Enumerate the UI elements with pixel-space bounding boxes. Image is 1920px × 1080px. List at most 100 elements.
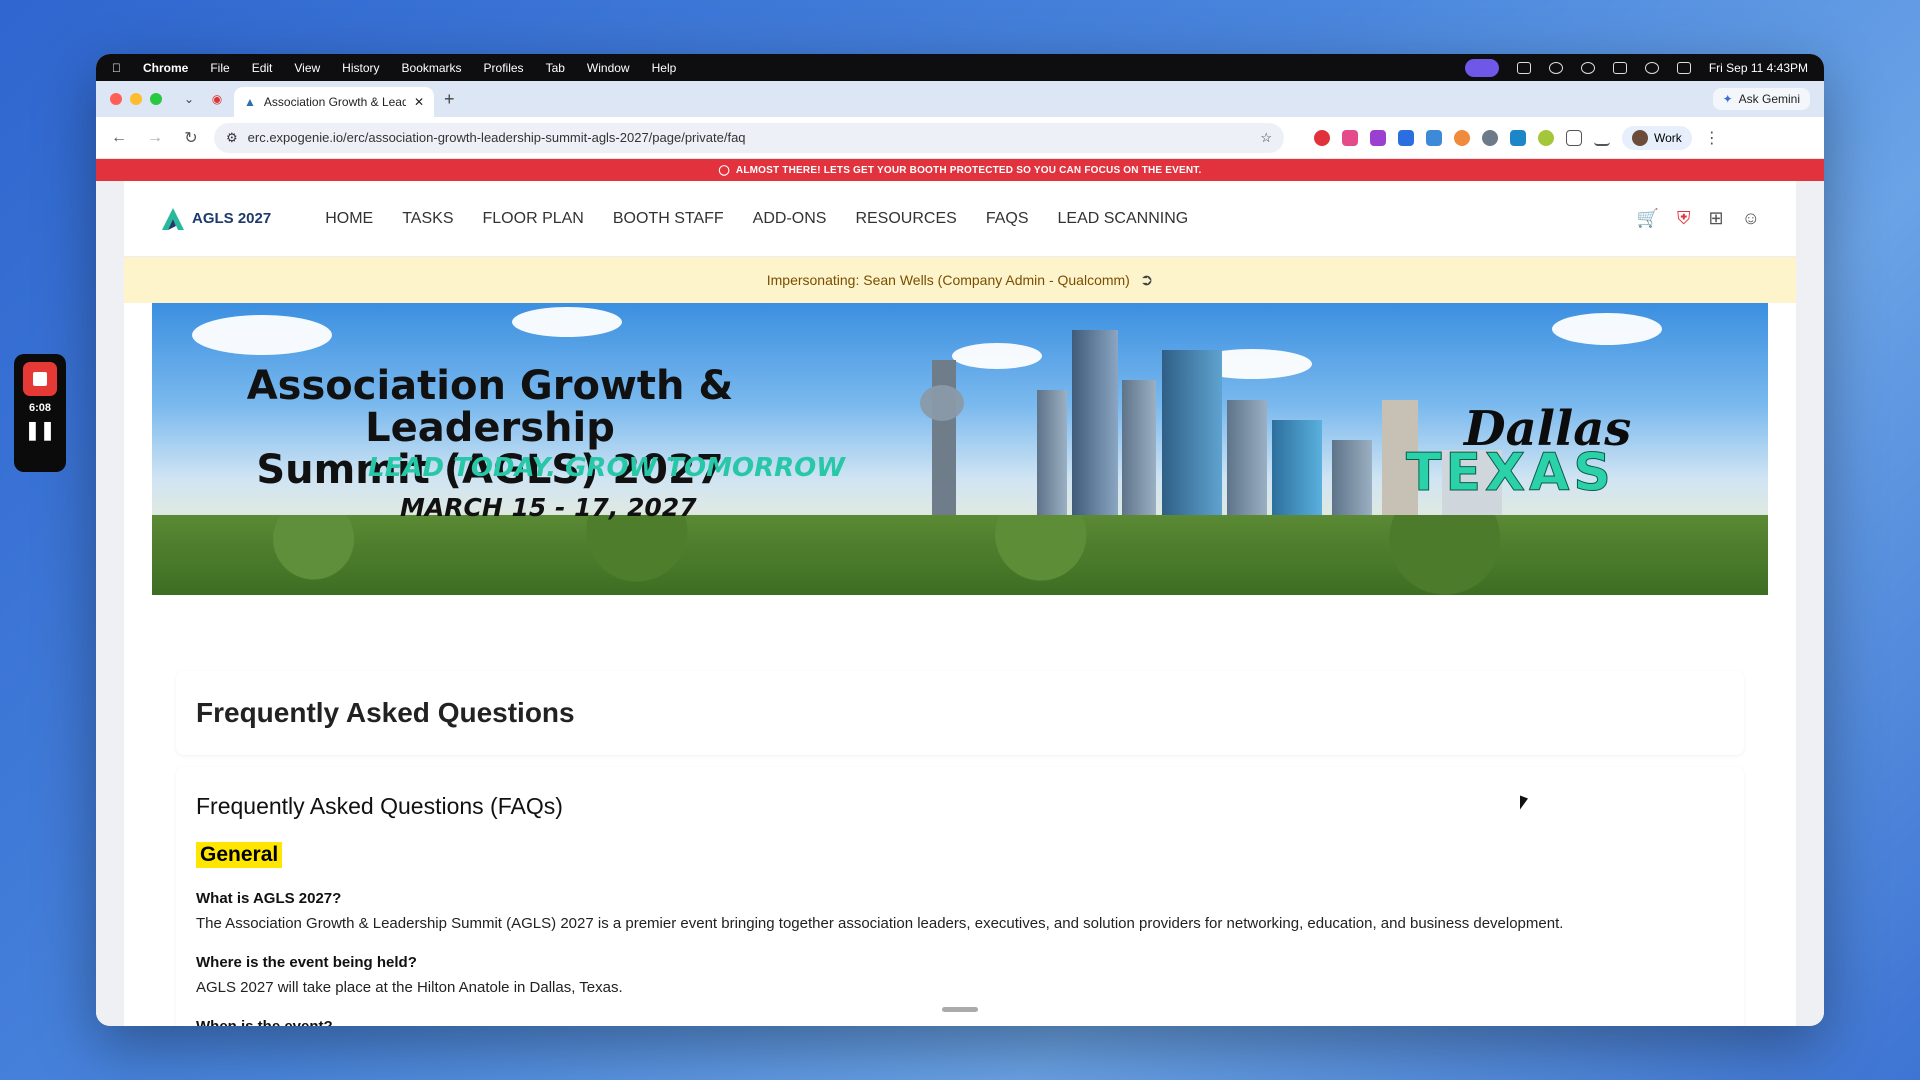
alert-text: ALMOST THERE! LETS GET YOUR BOOTH PROTEC…: [735, 164, 1202, 176]
menu-tab[interactable]: Tab: [546, 61, 565, 75]
screen-share-icon[interactable]: [1464, 58, 1499, 77]
menu-view[interactable]: View: [294, 61, 320, 75]
reading-list-icon[interactable]: [1594, 130, 1610, 146]
shield-icon[interactable]: ⛨: [1677, 208, 1691, 229]
battery-icon[interactable]: [1612, 61, 1627, 74]
nav-resources[interactable]: RESOURCES: [855, 210, 956, 228]
menu-profiles[interactable]: Profiles: [484, 61, 524, 75]
recording-timer: 6:08: [28, 402, 52, 414]
control-center-icon[interactable]: [1676, 61, 1691, 74]
nav-add-ons[interactable]: ADD-ONS: [753, 210, 827, 228]
tab-search-chevron-icon[interactable]: ⌄: [178, 88, 200, 110]
menu-bookmarks[interactable]: Bookmarks: [402, 61, 462, 75]
hero-title-line1: Association Growth & Leadership: [246, 363, 734, 451]
close-tab-icon[interactable]: ✕: [414, 95, 424, 109]
focus-icon[interactable]: [1548, 61, 1563, 74]
faq-question: Where is the event being held?: [196, 954, 417, 971]
page-viewport: ◯ ALMOST THERE! LETS GET YOUR BOOTH PROT…: [96, 159, 1824, 1026]
shield-icon: ◯: [718, 164, 730, 176]
browser-toolbar: ← → ↻ ⚙ erc.expogenie.io/erc/association…: [96, 117, 1824, 159]
extension-icon[interactable]: [1426, 129, 1442, 146]
bookmark-star-icon[interactable]: ☆: [1260, 130, 1272, 146]
menu-app-name[interactable]: Chrome: [143, 61, 188, 75]
cloud-decoration: [952, 343, 1042, 369]
faq-answer: AGLS 2027 will take place at the Hilton …: [196, 979, 623, 996]
faq-answer: The Association Growth & Leadership Summ…: [196, 915, 1564, 932]
faq-title-card: Frequently Asked Questions: [176, 671, 1744, 755]
menu-history[interactable]: History: [342, 61, 379, 75]
ask-gemini-button[interactable]: ✦ Ask Gemini: [1712, 88, 1810, 110]
nav-home[interactable]: HOME: [325, 210, 373, 228]
minimize-window-button[interactable]: [130, 93, 142, 105]
menu-window[interactable]: Window: [587, 61, 630, 75]
extension-icon[interactable]: [1370, 129, 1386, 146]
cloud-decoration: [512, 307, 622, 337]
extension-icon[interactable]: [1454, 129, 1470, 146]
pause-recording-icon[interactable]: ❚❚: [25, 420, 55, 441]
url-text[interactable]: erc.expogenie.io/erc/association-growth-…: [248, 130, 1251, 145]
macos-menubar:  Chrome File Edit View History Bookmark…: [96, 54, 1824, 81]
ask-gemini-label: Ask Gemini: [1738, 92, 1800, 106]
account-icon[interactable]: ☺: [1742, 208, 1760, 229]
mouse-cursor-icon: [1520, 795, 1528, 813]
site-logo[interactable]: AGLS 2027: [160, 206, 271, 232]
cart-icon[interactable]: 🛒: [1637, 208, 1659, 229]
extension-icon[interactable]: [1510, 129, 1526, 146]
hero-tagline: LEAD TODAY. GROW TOMORROW: [368, 453, 845, 483]
extension-icon[interactable]: [1398, 129, 1414, 146]
window-controls: [110, 93, 162, 105]
adblock-extension-icon[interactable]: [1314, 129, 1330, 146]
faq-question: When is the event?: [196, 1018, 1724, 1026]
extension-icon[interactable]: [1342, 129, 1358, 146]
stop-recording-button[interactable]: [23, 362, 57, 396]
treeline: [152, 515, 1768, 595]
gemini-sparkle-icon: ✦: [1722, 92, 1733, 106]
back-icon[interactable]: ←: [106, 129, 132, 147]
close-window-button[interactable]: [110, 93, 122, 105]
hero-state: TEXAS: [1406, 443, 1615, 504]
extension-icon[interactable]: [1482, 129, 1498, 146]
menu-edit[interactable]: Edit: [252, 61, 273, 75]
wifi-icon[interactable]: [1644, 61, 1659, 74]
tab-strip: ⌄ ◉ ▲ Association Growth & Leader ✕ + ✦ …: [96, 81, 1824, 117]
protection-alert-banner[interactable]: ◯ ALMOST THERE! LETS GET YOUR BOOTH PROT…: [96, 159, 1824, 181]
menubar-clock[interactable]: Fri Sep 11 4:43PM: [1709, 61, 1808, 75]
reload-icon[interactable]: ↻: [178, 128, 204, 148]
display-icon[interactable]: [1516, 61, 1531, 74]
site-info-icon[interactable]: ⚙: [226, 130, 238, 146]
forward-icon[interactable]: →: [142, 129, 168, 147]
scroll-handle[interactable]: [942, 1007, 978, 1012]
stop-icon: [33, 372, 47, 386]
nav-lead-scanning[interactable]: LEAD SCANNING: [1058, 210, 1189, 228]
recording-indicator-icon[interactable]: ◉: [206, 88, 228, 110]
faq-content-card: Frequently Asked Questions (FAQs) Genera…: [176, 767, 1744, 1026]
logo-text: AGLS 2027: [192, 210, 272, 227]
apple-icon[interactable]: : [112, 61, 121, 75]
agls-logo-icon: [162, 207, 184, 230]
page-title: Frequently Asked Questions: [196, 697, 575, 728]
nav-faqs[interactable]: FAQS: [986, 210, 1029, 228]
menu-help[interactable]: Help: [652, 61, 677, 75]
menu-file[interactable]: File: [210, 61, 229, 75]
new-tab-button[interactable]: +: [444, 89, 455, 110]
skyline-building: [1072, 330, 1118, 540]
exit-impersonation-icon[interactable]: ➲: [1140, 270, 1153, 290]
hero-banner: Association Growth & Leadership Summit (…: [152, 303, 1768, 595]
active-tab[interactable]: ▲ Association Growth & Leader ✕: [234, 87, 434, 117]
hero-dates: MARCH 15 - 17, 2027: [400, 493, 697, 522]
moon-icon[interactable]: [1580, 61, 1595, 74]
extension-icon[interactable]: [1538, 129, 1554, 146]
nav-booth-staff[interactable]: BOOTH STAFF: [613, 210, 724, 228]
chrome-menu-icon[interactable]: ⋮: [1704, 128, 1720, 148]
status-area: Fri Sep 11 4:43PM: [1464, 58, 1808, 77]
reunion-tower-ball: [920, 385, 964, 421]
nav-tasks[interactable]: TASKS: [402, 210, 453, 228]
profile-button[interactable]: Work: [1622, 125, 1692, 150]
nav-floor-plan[interactable]: FLOOR PLAN: [483, 210, 584, 228]
profile-label: Work: [1654, 130, 1682, 145]
address-bar[interactable]: ⚙ erc.expogenie.io/erc/association-growt…: [214, 122, 1284, 153]
zoom-window-button[interactable]: [150, 93, 162, 105]
apps-grid-icon[interactable]: ⊞: [1709, 208, 1724, 229]
site-favicon-icon: ▲: [244, 95, 256, 109]
extensions-puzzle-icon[interactable]: [1566, 129, 1582, 146]
